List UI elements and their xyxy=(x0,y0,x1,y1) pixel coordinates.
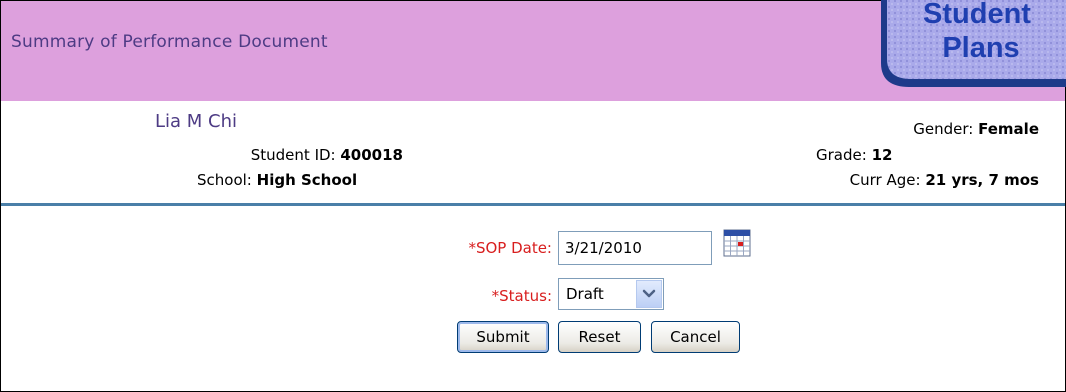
student-name: Lia M Chi xyxy=(155,111,238,132)
status-select[interactable]: Draft xyxy=(558,278,664,310)
page-header: Summary of Performance Document Student … xyxy=(1,0,1066,101)
school-label: School: xyxy=(197,171,252,189)
age-label: Curr Age: xyxy=(849,171,921,189)
logo-text-student: Student xyxy=(923,0,1031,30)
grade-row: Grade: 12 xyxy=(816,146,892,164)
status-label: *Status: xyxy=(491,287,552,305)
chevron-down-icon xyxy=(642,289,656,298)
sop-date-input[interactable] xyxy=(558,231,712,265)
age-row: Curr Age: 21 yrs, 7 mos xyxy=(850,171,1039,189)
submit-button[interactable]: Submit xyxy=(457,321,549,353)
reset-button[interactable]: Reset xyxy=(558,321,641,353)
status-selected-value: Draft xyxy=(566,285,604,303)
school-value: High School xyxy=(256,171,358,189)
student-id-row: Student ID: 400018 xyxy=(251,146,403,164)
section-divider xyxy=(1,203,1065,206)
page-title: Summary of Performance Document xyxy=(11,32,328,52)
student-id-label: Student ID: xyxy=(250,146,336,164)
gender-label: Gender: xyxy=(913,120,974,138)
student-plans-logo: Student Plans xyxy=(875,0,1066,95)
grade-value: 12 xyxy=(871,146,893,164)
grade-label: Grade: xyxy=(816,146,867,164)
dropdown-arrow-button[interactable] xyxy=(636,280,662,308)
calendar-icon[interactable] xyxy=(723,229,751,257)
logo-text-plans: Plans xyxy=(942,32,1019,64)
school-row: School: High School xyxy=(197,171,357,189)
sop-date-label: *SOP Date: xyxy=(468,239,552,257)
gender-row: Gender: Female xyxy=(913,120,1039,138)
page-frame: Summary of Performance Document Student … xyxy=(0,0,1066,392)
age-value: 21 yrs, 7 mos xyxy=(925,171,1039,189)
student-id-value: 400018 xyxy=(340,146,403,164)
gender-value: Female xyxy=(978,120,1039,138)
cancel-button[interactable]: Cancel xyxy=(651,321,740,353)
